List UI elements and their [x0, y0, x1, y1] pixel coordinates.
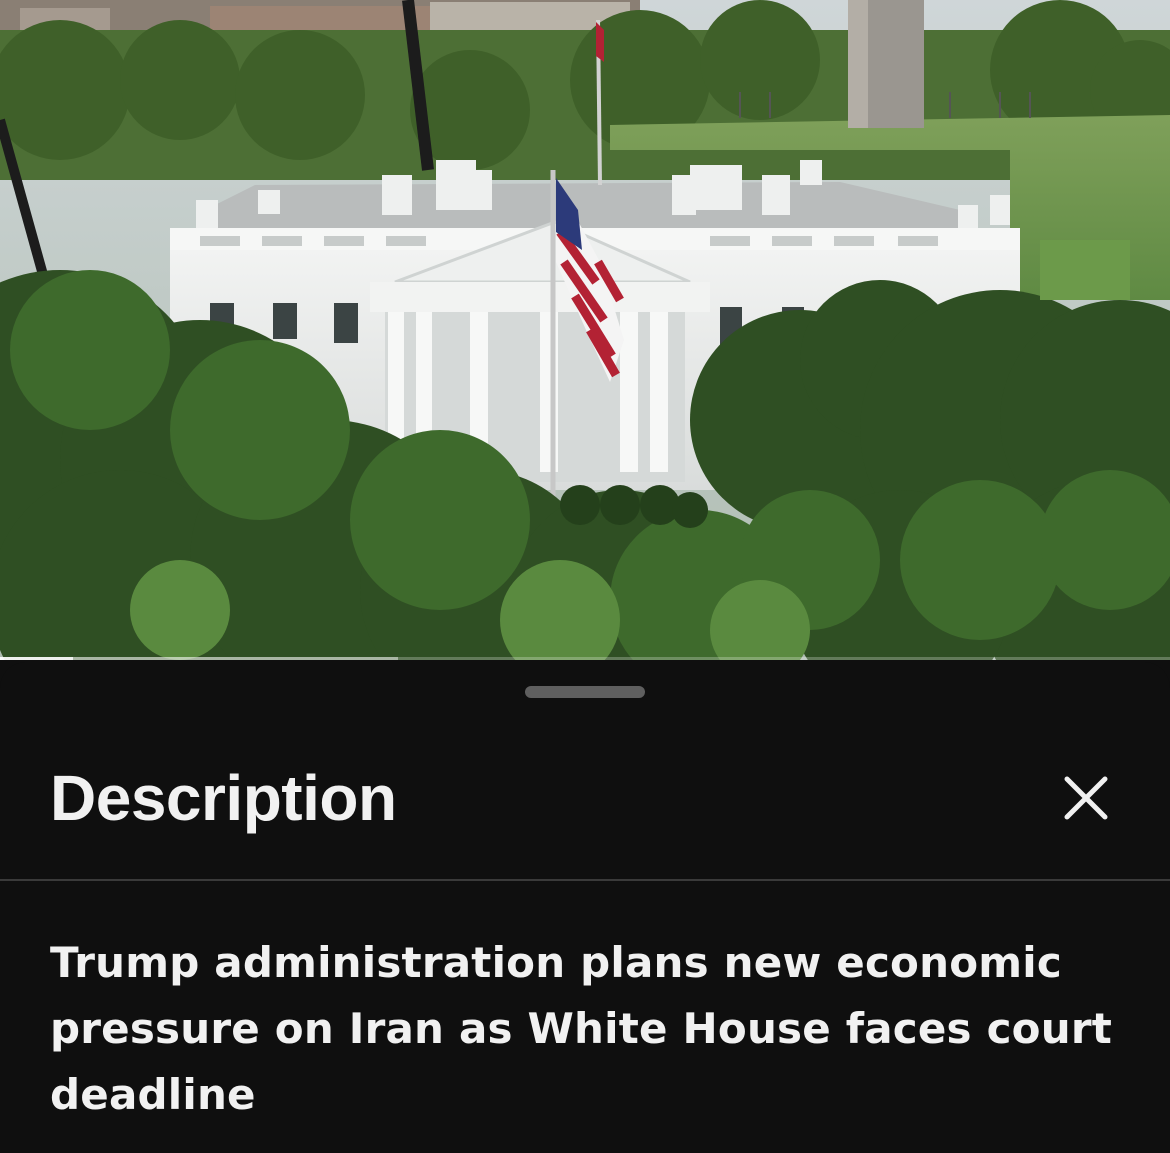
video-headline: Trump administration plans new economic …: [50, 938, 1113, 1119]
sheet-title: Description: [50, 762, 397, 834]
close-icon: [1064, 776, 1108, 820]
video-progress-bar[interactable]: [0, 657, 1170, 660]
description-sheet: Description Trump administration plans n…: [0, 662, 1170, 1153]
drag-handle[interactable]: [525, 686, 645, 698]
close-button[interactable]: [1050, 762, 1122, 834]
played-progress: [0, 657, 73, 660]
video-player[interactable]: [0, 0, 1170, 660]
white-house-image: [0, 0, 1170, 660]
divider: [0, 879, 1170, 881]
